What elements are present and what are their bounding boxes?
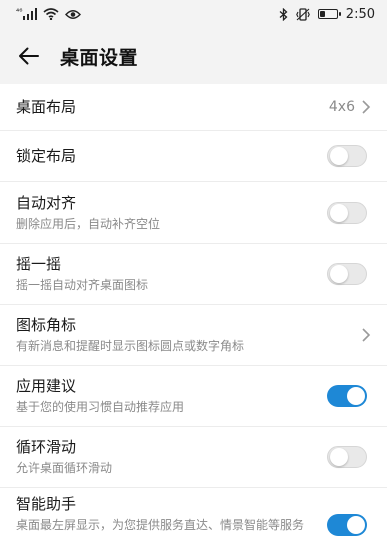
setting-row-lock-layout: 锁定布局 bbox=[0, 131, 387, 182]
setting-text: 应用建议 基于您的使用习惯自动推荐应用 bbox=[16, 376, 184, 416]
setting-text: 图标角标 有新消息和提醒时显示图标圆点或数字角标 bbox=[16, 315, 244, 355]
vibrate-icon bbox=[295, 7, 310, 21]
back-button[interactable] bbox=[14, 41, 44, 71]
setting-row-loop-scroll: 循环滑动 允许桌面循环滑动 bbox=[0, 427, 387, 488]
setting-subtitle: 有新消息和提醒时显示图标圆点或数字角标 bbox=[16, 339, 245, 353]
setting-subtitle: 桌面最左屏显示，为您提供服务直达、情景智能等服务 bbox=[16, 518, 305, 532]
setting-text: 锁定布局 bbox=[16, 146, 76, 166]
setting-text: 循环滑动 允许桌面循环滑动 bbox=[16, 437, 112, 477]
wifi-icon bbox=[43, 8, 59, 20]
battery-level bbox=[319, 11, 326, 17]
shake-toggle[interactable] bbox=[327, 263, 367, 285]
setting-title: 锁定布局 bbox=[16, 147, 77, 165]
toggle-knob bbox=[347, 387, 365, 405]
setting-subtitle: 基于您的使用习惯自动推荐应用 bbox=[16, 400, 185, 414]
setting-row-shake: 摇一摇 摇一摇自动对齐桌面图标 bbox=[0, 244, 387, 305]
setting-subtitle: 删除应用后，自动补齐空位 bbox=[16, 216, 161, 231]
status-bar: ⁴⁶ 2:50 bbox=[0, 0, 387, 28]
arrow-left-icon bbox=[19, 47, 39, 65]
setting-value: 4x6 bbox=[328, 99, 355, 115]
app-bar: 桌面设置 bbox=[0, 28, 387, 84]
lock-layout-toggle[interactable] bbox=[327, 145, 367, 167]
bluetooth-icon bbox=[279, 7, 288, 21]
setting-title: 图标角标 bbox=[16, 316, 77, 334]
network-type-label: ⁴⁶ bbox=[16, 7, 23, 16]
status-time: 2:50 bbox=[345, 6, 375, 22]
toggle-knob bbox=[330, 203, 348, 222]
status-bar-right: 2:50 bbox=[279, 7, 375, 22]
setting-row-icon-badge[interactable]: 图标角标 有新消息和提醒时显示图标圆点或数字角标 bbox=[0, 305, 387, 366]
toggle-knob bbox=[347, 516, 365, 534]
setting-subtitle: 摇一摇自动对齐桌面图标 bbox=[16, 278, 149, 292]
signal-icon: ⁴⁶ bbox=[16, 7, 38, 20]
loop-scroll-toggle[interactable] bbox=[327, 446, 367, 468]
setting-row-smart-assistant: 智能助手 桌面最左屏显示，为您提供服务直达、情景智能等服务 bbox=[0, 488, 387, 552]
setting-row-desktop-layout[interactable]: 桌面布局 4x6 bbox=[0, 84, 387, 131]
setting-title: 自动对齐 bbox=[16, 193, 77, 212]
setting-title: 应用建议 bbox=[16, 377, 77, 395]
setting-text: 自动对齐 删除应用后，自动补齐空位 bbox=[16, 193, 160, 233]
setting-row-app-suggestions: 应用建议 基于您的使用习惯自动推荐应用 bbox=[0, 366, 387, 427]
battery-icon bbox=[317, 9, 341, 19]
setting-text: 桌面布局 bbox=[16, 97, 76, 117]
eye-icon bbox=[65, 9, 82, 19]
setting-value-wrap: 4x6 bbox=[329, 99, 371, 115]
setting-title: 循环滑动 bbox=[16, 438, 77, 456]
toggle-knob bbox=[330, 448, 348, 466]
settings-list: 桌面布局 4x6 锁定布局 自动对齐 删除应用后，自动补齐空位 摇一摇 摇一摇自… bbox=[0, 84, 387, 552]
page-title: 桌面设置 bbox=[60, 46, 139, 69]
chevron-right-icon bbox=[362, 328, 371, 342]
auto-align-toggle[interactable] bbox=[327, 201, 367, 224]
status-bar-left: ⁴⁶ bbox=[16, 7, 82, 20]
chevron-right-icon bbox=[362, 100, 371, 114]
toggle-knob bbox=[330, 147, 348, 165]
setting-title: 智能助手 bbox=[16, 495, 77, 513]
setting-text: 摇一摇 摇一摇自动对齐桌面图标 bbox=[16, 254, 148, 294]
setting-title: 摇一摇 bbox=[16, 255, 62, 273]
smart-assistant-toggle[interactable] bbox=[327, 514, 367, 536]
setting-title: 桌面布局 bbox=[16, 98, 77, 116]
setting-subtitle: 允许桌面循环滑动 bbox=[16, 461, 113, 475]
setting-text: 智能助手 桌面最左屏显示，为您提供服务直达、情景智能等服务 bbox=[16, 494, 304, 534]
app-suggestions-toggle[interactable] bbox=[327, 385, 367, 407]
setting-row-auto-align: 自动对齐 删除应用后，自动补齐空位 bbox=[0, 182, 387, 244]
toggle-knob bbox=[330, 265, 348, 283]
